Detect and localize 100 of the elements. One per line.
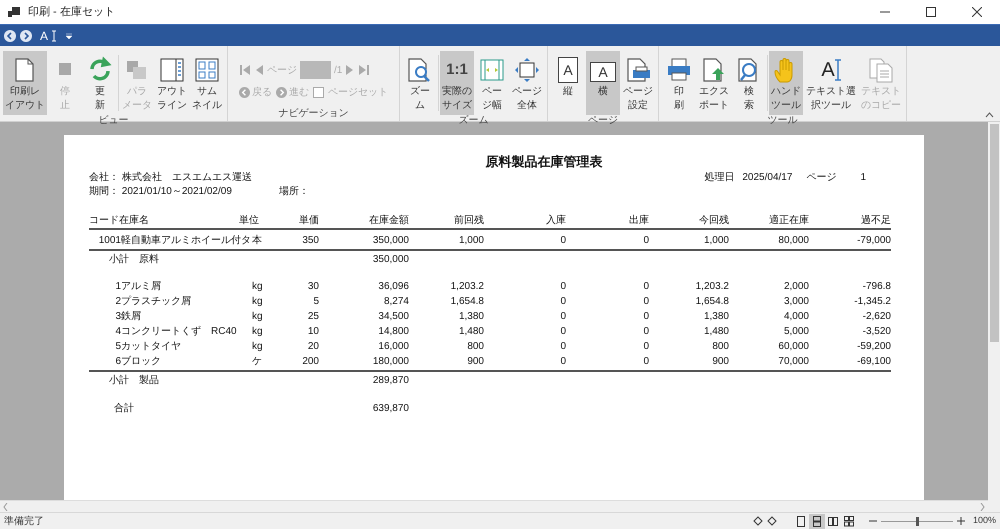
ribbon-button[interactable]: ズー ム [403,51,437,115]
column-header: コード在庫名 [89,214,150,228]
number-cell-text: -1,345.2 [853,295,891,309]
column-header: 単価 [298,214,319,228]
number-cell-text: 80,000 [777,234,809,248]
page-letter-icon: A [590,62,616,82]
actual-size-icon: 1:1 [446,60,468,80]
number-cell-text: 0 [642,325,649,339]
ribbon-button[interactable]: ページ 設定 [621,51,655,115]
back-icon[interactable] [4,30,16,42]
column-header: 適正在庫 [768,214,809,228]
name-cell-text: プラスチック屑 [121,294,192,309]
unit-cell-text: kg [252,295,264,309]
page-set-label: ページセット [328,86,388,100]
zoom-slider[interactable] [880,516,953,526]
forward-icon[interactable] [20,30,32,42]
number-cell-text: 350 [301,234,319,248]
number-cell-text: 800 [711,340,729,354]
code-cell-text: 6 [114,355,121,369]
name-cell-text: 軽自動車アルミホイール付タ [121,234,252,248]
collapse-ribbon-icon[interactable] [985,112,994,118]
number-cell-text: 25 [306,310,319,324]
number-cell-text: 200 [301,355,319,369]
ribbon-button[interactable]: 印刷レ イアウト [3,51,47,115]
date-label: 処理日 [704,171,734,185]
ribbon-button[interactable]: 検 索 [732,51,766,115]
number-cell-text: 8,274 [382,295,409,309]
code-cell-text: 1 [114,280,121,294]
number-cell-text: 34,500 [377,310,409,324]
total-label: 合計 [113,402,135,416]
copy-icon [867,56,895,84]
app-icon [8,7,20,17]
number-cell-text: 1,203.2 [450,280,484,294]
column-header: 単位 [239,214,260,228]
diamond-icon[interactable] [752,516,763,526]
number-cell-text: 20 [306,340,319,354]
number-cell-text: 0 [559,340,566,354]
ribbon-button[interactable]: ペー ジ幅 [475,51,509,115]
number-cell-text: 1,480 [702,325,729,339]
ribbon-button[interactable]: ページ 全体 [510,51,544,115]
group-label: ツール [766,115,798,128]
code-cell-text: 2 [114,295,121,309]
column-header: 在庫金額 [368,214,409,228]
maximize-icon[interactable] [926,7,936,17]
amount-cell-text: 289,870 [372,374,409,388]
status-text: 準備完了 [4,514,44,528]
ribbon-button[interactable]: A 横 [586,51,620,115]
number-cell-text: 0 [642,234,649,248]
unit-cell-text: ケ [252,355,263,369]
number-cell-text: 0 [642,355,649,369]
page-number: 1 [860,171,866,185]
number-cell-text: -79,000 [856,234,891,248]
number-cell-text: -2,620 [862,310,891,324]
group-label: ズーム [458,115,490,128]
number-cell-text: 70,000 [777,355,809,369]
diamond-icon[interactable] [766,516,777,526]
ribbon-button[interactable]: 更 新 [83,51,117,115]
page-whole-icon [513,56,541,84]
subtotal-label: 小計 製品 [108,374,160,388]
unit-cell-text: kg [252,325,264,339]
number-cell-text: 1,654.8 [694,295,729,309]
number-cell-text: 1,000 [458,234,484,248]
number-cell-text: 0 [559,310,566,324]
number-cell-text: 0 [642,340,649,354]
number-cell-text: 5 [312,295,319,309]
number-cell-text: 0 [559,234,566,248]
number-cell-text: 180,000 [372,355,409,369]
ribbon-button[interactable]: エクス ポート [697,51,731,115]
ribbon-button[interactable]: サム ネイル [190,51,224,115]
group-label: ビュー [98,115,130,128]
number-cell-text: 0 [559,280,566,294]
ribbon-button[interactable]: アウト ライン [155,51,189,115]
number-cell-text: 3,000 [782,295,809,309]
page-letter-icon: A [558,57,578,83]
number-cell-text: 0 [642,295,649,309]
number-cell-text: 60,000 [777,340,809,354]
number-cell-text: 0 [559,355,566,369]
view-mode-button[interactable] [808,514,825,528]
number-cell-text: -796.8 [862,280,891,294]
outline-icon [158,56,186,84]
number-cell-text: 1,000 [702,234,729,248]
close-icon[interactable] [972,7,982,17]
text-cursor-icon[interactable] [52,30,56,42]
text-select-letter[interactable]: A [40,26,48,44]
name-cell-text: コンクリートくず RC40 [121,324,238,339]
ribbon-button[interactable]: 1:1 実際の サイズ [440,51,474,115]
number-cell-text: 14,800 [377,325,409,339]
zoom-in-icon[interactable] [956,517,965,525]
subtotal-label: 小計 原料 [108,252,160,267]
ribbon-button[interactable]: A 縦 [551,51,585,115]
ribbon-button[interactable]: ハンド ツール [769,51,803,115]
number-cell-text: 2,000 [782,280,809,294]
customize-dropdown-icon[interactable] [66,32,72,38]
ribbon-button[interactable]: A テキスト選 択ツール [804,51,858,115]
number-cell-text: 900 [466,355,484,369]
window-title: 印刷 - 在庫セット [28,4,115,20]
ribbon-button[interactable]: 印 刷 [662,51,696,115]
group-label: ページ [587,115,619,128]
column-header: 過不足 [860,214,891,228]
column-header: 入庫 [545,214,566,228]
